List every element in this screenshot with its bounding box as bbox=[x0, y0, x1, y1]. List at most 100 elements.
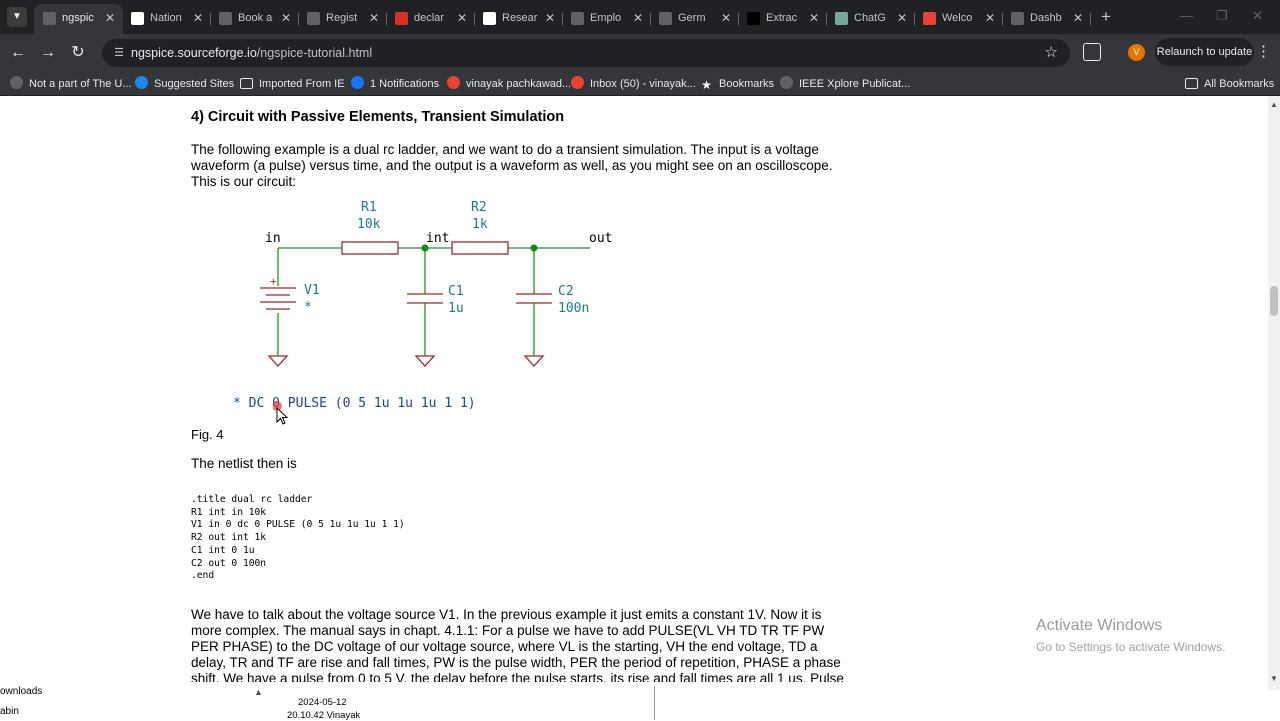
all-bookmarks-label: All Bookmarks bbox=[1204, 78, 1275, 90]
sourceforge-icon bbox=[43, 12, 56, 25]
facebook-icon bbox=[351, 76, 364, 89]
page-scrollbar[interactable]: ▲ ▼ bbox=[1268, 96, 1280, 690]
tab-search-chevron-icon[interactable]: ▼ bbox=[7, 7, 27, 27]
circuit-diagram: in int out R1 10k R2 1k V1 * C1 1u C2 10… bbox=[260, 200, 612, 367]
browser-tab[interactable]: ngspic ✕ bbox=[34, 4, 123, 34]
all-bookmarks-button[interactable]: All Bookmarks bbox=[1185, 76, 1274, 92]
globe-icon bbox=[780, 76, 793, 89]
browser-tab[interactable]: Regist ✕ bbox=[298, 4, 387, 34]
bookmark-item[interactable]: vinayak pachkawad... bbox=[447, 76, 571, 92]
browser-tab[interactable]: Emplo ✕ bbox=[562, 4, 651, 34]
netlist-line: R2 out int 1k bbox=[191, 532, 267, 544]
new-tab-plus-icon[interactable]: + bbox=[1101, 7, 1111, 27]
registration-icon bbox=[307, 12, 320, 25]
tab-close-icon[interactable]: ✕ bbox=[1073, 11, 1083, 25]
extensions-icon[interactable] bbox=[1083, 43, 1101, 61]
tab-close-icon[interactable]: ✕ bbox=[545, 11, 555, 25]
relaunch-button[interactable]: Relaunch to update bbox=[1155, 38, 1254, 66]
globe-icon bbox=[10, 76, 23, 89]
browser-tab[interactable]: Extrac ✕ bbox=[738, 4, 827, 34]
resistor-r2 bbox=[451, 241, 509, 255]
reload-icon[interactable]: ↻ bbox=[68, 43, 88, 63]
tab-title: ngspic bbox=[62, 12, 94, 24]
bookmark-item[interactable]: Inbox (50) - vinayak... bbox=[571, 76, 696, 92]
tab-close-icon[interactable]: ✕ bbox=[193, 11, 203, 25]
c1-name: C1 bbox=[448, 284, 464, 299]
browser-tab[interactable]: Dashb ✕ bbox=[1002, 4, 1091, 34]
tab-title: ChatG bbox=[854, 12, 886, 24]
browser-tab[interactable]: Welco ✕ bbox=[914, 4, 1003, 34]
time-user-text: 20.10.42 Vinayak bbox=[287, 710, 361, 721]
url-text[interactable]: ngspice.sourceforge.io/ngspice-tutorial.… bbox=[131, 46, 372, 60]
tab-title: Extrac bbox=[766, 12, 798, 24]
recycle-bin-text[interactable]: abin bbox=[0, 706, 19, 717]
date-text: 2024-05-12 bbox=[298, 697, 347, 708]
bookmark-item[interactable]: ★ Bookmarks bbox=[700, 76, 774, 92]
mouse-cursor-icon bbox=[273, 401, 289, 425]
browser-tab[interactable]: Resear ✕ bbox=[474, 4, 563, 34]
downloads-text[interactable]: ownloads bbox=[0, 686, 42, 697]
pin-icon: ▲ bbox=[254, 687, 263, 697]
scroll-down-icon[interactable]: ▼ bbox=[1270, 674, 1278, 683]
tab-close-icon[interactable]: ✕ bbox=[809, 11, 819, 25]
intro-line: The following example is a dual rc ladde… bbox=[191, 142, 819, 157]
url-host: ngspice.sourceforge.io bbox=[131, 46, 257, 60]
browser-toolbar: ← → ↻ ☰ ngspice.sourceforge.io/ngspice-t… bbox=[0, 34, 1280, 72]
site-info-icon[interactable]: ☰ bbox=[111, 45, 127, 61]
tab-close-icon[interactable]: ✕ bbox=[457, 11, 467, 25]
bookmark-item[interactable]: 1 Notifications bbox=[351, 76, 439, 92]
page-content: 4) Circuit with Passive Elements, Transi… bbox=[0, 96, 1268, 690]
tab-close-icon[interactable]: ✕ bbox=[897, 11, 907, 25]
tab-close-icon[interactable]: ✕ bbox=[633, 11, 643, 25]
browser-tab[interactable]: Germ ✕ bbox=[650, 4, 739, 34]
tab-close-icon[interactable]: ✕ bbox=[985, 11, 995, 25]
r2-value: 1k bbox=[472, 217, 488, 232]
restore-icon[interactable]: ❐ bbox=[1216, 8, 1228, 24]
netlist-line: .end bbox=[191, 570, 215, 582]
junction-dot bbox=[530, 244, 538, 252]
tab-close-icon[interactable]: ✕ bbox=[721, 11, 731, 25]
resistor-r1 bbox=[341, 241, 399, 255]
tab-title: Nation bbox=[150, 12, 182, 24]
ieee-icon bbox=[131, 12, 144, 25]
tab-close-icon[interactable]: ✕ bbox=[105, 11, 115, 25]
address-bar[interactable]: ☰ ngspice.sourceforge.io/ngspice-tutoria… bbox=[102, 39, 1070, 67]
bookmark-star-icon[interactable]: ☆ bbox=[1045, 44, 1058, 62]
ground-icon bbox=[523, 355, 545, 367]
browser-tab[interactable]: Nation ✕ bbox=[122, 4, 211, 34]
bookmark-label: Inbox (50) - vinayak... bbox=[590, 78, 696, 90]
section-heading: 4) Circuit with Passive Elements, Transi… bbox=[191, 109, 565, 125]
profile-avatar[interactable]: V bbox=[1128, 44, 1145, 61]
scroll-thumb[interactable] bbox=[1270, 286, 1278, 316]
body-line: more complex. The manual says in chapt. … bbox=[191, 623, 825, 638]
tab-title: declar bbox=[414, 12, 444, 24]
body-line: We have to talk about the voltage source… bbox=[191, 607, 822, 622]
germany-icon bbox=[659, 12, 672, 25]
window-close-icon[interactable]: ✕ bbox=[1252, 8, 1263, 24]
browser-tab[interactable]: ChatG ✕ bbox=[826, 4, 915, 34]
bookmark-item[interactable]: Imported From IE bbox=[240, 76, 345, 92]
tab-title: Book a bbox=[238, 12, 273, 24]
minimize-icon[interactable]: — bbox=[1180, 8, 1193, 24]
bookmark-item[interactable]: IEEE Xplore Publicat... bbox=[780, 76, 910, 92]
url-path: /ngspice-tutorial.html bbox=[256, 46, 373, 60]
bookmark-label: Imported From IE bbox=[259, 78, 345, 90]
browser-tab[interactable]: declar ✕ bbox=[386, 4, 475, 34]
node-in-label: in bbox=[265, 231, 281, 246]
scroll-up-icon[interactable]: ▲ bbox=[1270, 100, 1278, 109]
forward-arrow-icon[interactable]: → bbox=[38, 43, 58, 63]
intro-line: waveform (a pulse) versus time, and the … bbox=[191, 158, 833, 173]
bookmark-item[interactable]: Suggested Sites bbox=[135, 76, 234, 92]
menu-kebab-icon[interactable]: ⋮ bbox=[1256, 43, 1271, 61]
gmail-icon bbox=[923, 12, 936, 25]
tab-title: Dashb bbox=[1030, 12, 1062, 24]
folder-icon bbox=[240, 78, 253, 89]
bookmark-item[interactable]: Not a part of The U... bbox=[10, 76, 132, 92]
browser-tab[interactable]: Book a ✕ bbox=[210, 4, 299, 34]
tab-strip: ▼ ngspic ✕ Nation ✕ Book a ✕ Regist ✕ declar ✕ Res… bbox=[0, 0, 1280, 34]
back-arrow-icon[interactable]: ← bbox=[8, 43, 28, 63]
tab-title: Resear bbox=[502, 12, 538, 24]
node-out-label: out bbox=[589, 231, 612, 246]
tab-close-icon[interactable]: ✕ bbox=[281, 11, 291, 25]
tab-close-icon[interactable]: ✕ bbox=[369, 11, 379, 25]
